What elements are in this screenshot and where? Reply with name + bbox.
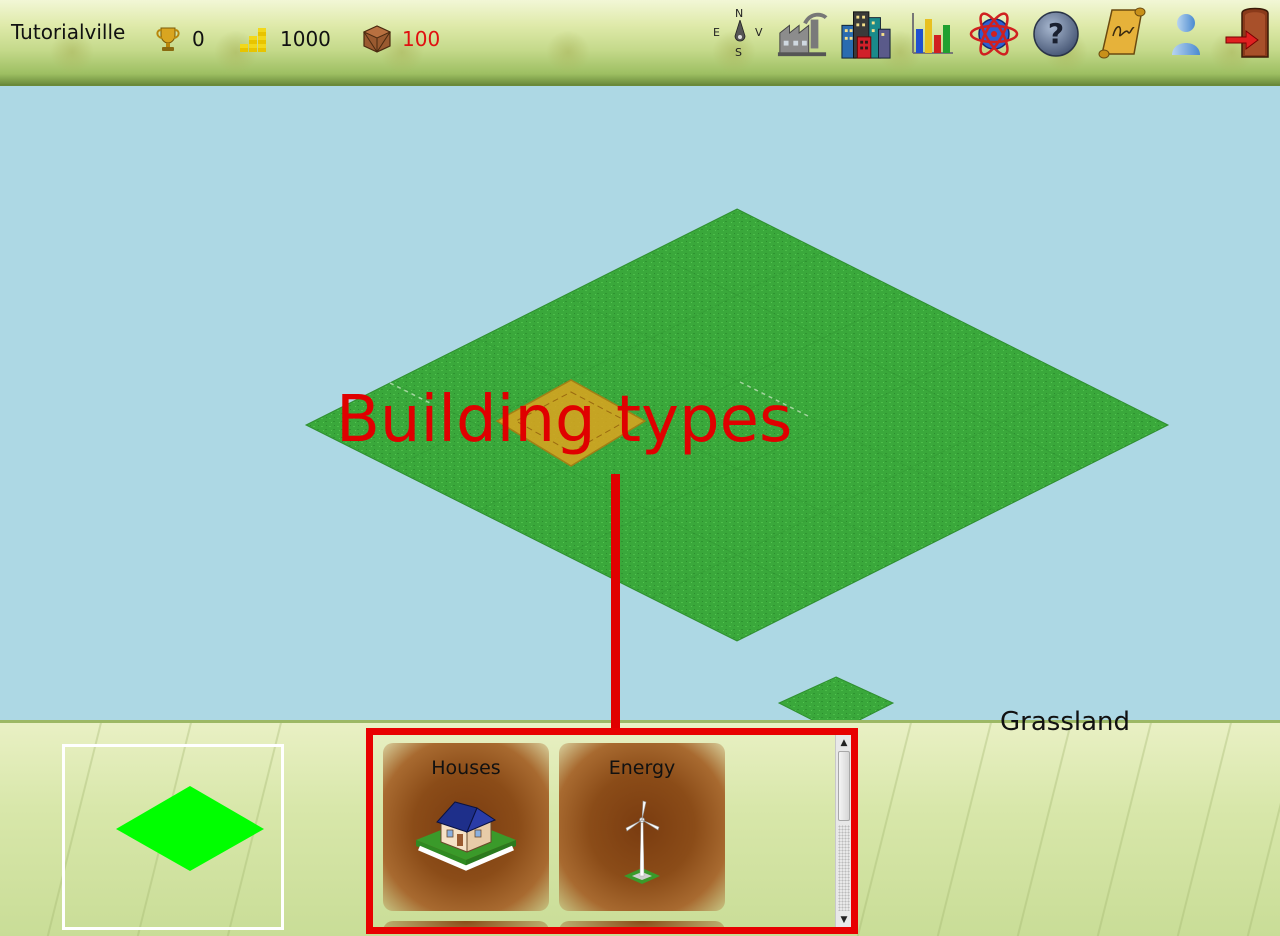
score-value: 0 [192,27,205,51]
category-next-row-1[interactable] [383,921,549,927]
tile-preview [62,744,284,930]
materials-value: 100 [402,27,441,51]
compass-icon[interactable]: N E V S [712,6,768,62]
score-stat: 0 [154,24,205,54]
scroll-icon[interactable] [1096,6,1148,62]
money-stat: 1000 [238,24,331,54]
panel-scrollbar[interactable]: ▲ ▼ [835,735,851,927]
scroll-up-icon[interactable]: ▲ [836,736,851,750]
category-energy[interactable]: Energy [559,743,725,911]
cursor-tile [777,676,895,720]
green-tile-icon [116,786,264,871]
annotation-connector-line [611,474,620,732]
svg-text:?: ? [1048,17,1064,50]
trophy-icon [156,27,180,51]
category-next-row-2[interactable] [559,921,725,927]
compass-needle-icon [734,20,746,42]
terrain-name-label: Grassland [1000,707,1130,737]
question-mark-icon[interactable]: ? [1030,6,1082,62]
exit-door-icon[interactable] [1222,6,1274,62]
city-name: Tutorialville [11,20,126,44]
crate-icon [362,25,392,53]
city-buildings-icon[interactable] [840,6,892,62]
compass-north-label: N [735,7,744,20]
money-value: 1000 [280,27,331,51]
category-houses-label: Houses [431,757,501,779]
building-types-panel: Houses Energy ▲ ▼ [366,728,858,934]
user-icon[interactable] [1160,6,1212,62]
atom-icon[interactable] [968,6,1020,62]
category-energy-label: Energy [608,757,676,779]
building-types-annotation: Building types [336,383,793,457]
materials-stat: 100 [362,24,440,54]
factory-icon[interactable] [776,6,828,62]
house-icon [383,795,549,891]
category-houses[interactable]: Houses [383,743,549,911]
scroll-down-icon[interactable]: ▼ [836,913,851,927]
bar-chart-icon[interactable] [906,6,958,62]
compass-east-label: E [713,26,720,39]
top-bar: Tutorialville 0 1000 100 N E V S ? [0,0,1280,86]
scrollbar-thumb[interactable] [838,751,850,821]
wind-turbine-icon [559,795,725,891]
compass-west-label: V [755,26,763,39]
gold-coins-icon [240,28,266,52]
